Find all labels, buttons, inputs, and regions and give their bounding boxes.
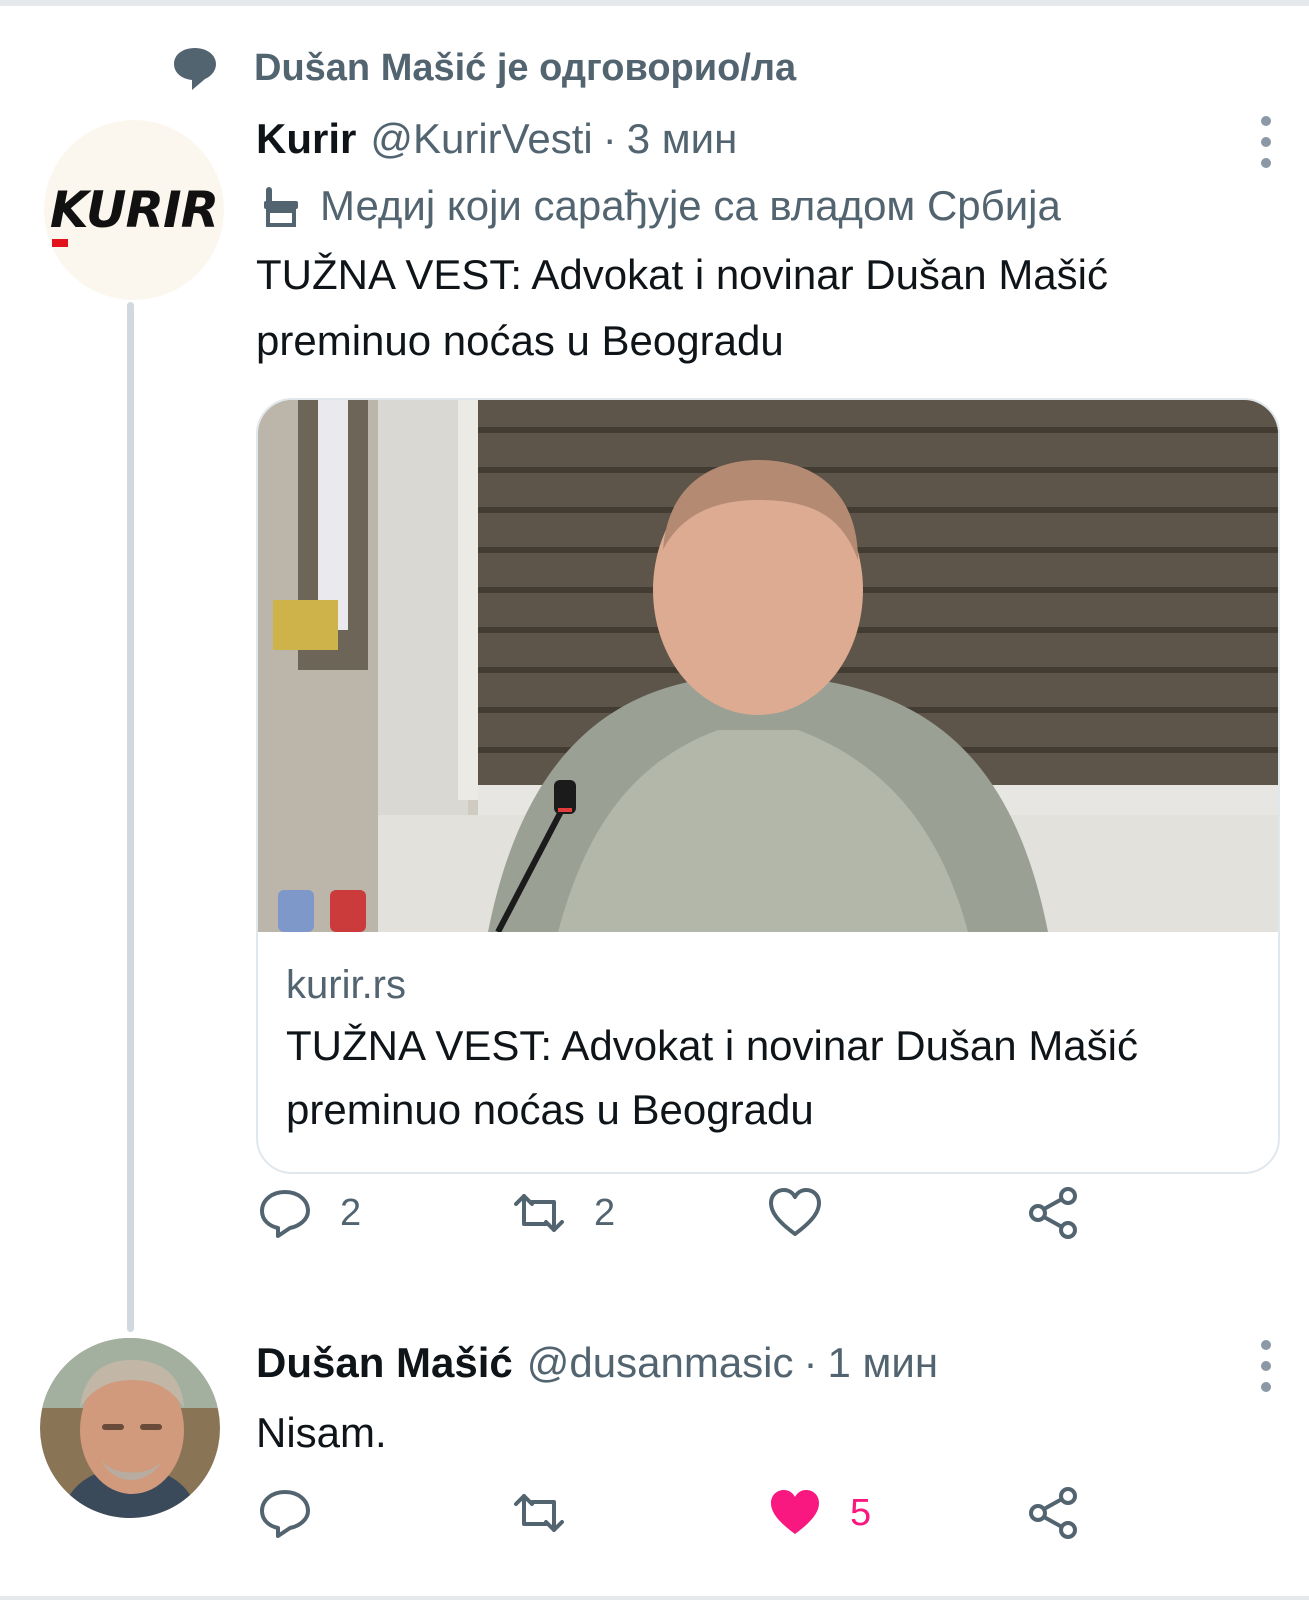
reply-context: Dušan Mašić je одговорио/ла: [170, 40, 796, 96]
heart-icon: [769, 1188, 821, 1236]
share-icon: [1029, 1487, 1077, 1539]
like-button[interactable]: 5: [766, 1478, 871, 1548]
reply-count: 2: [340, 1191, 362, 1234]
more-options-icon[interactable]: [1256, 1340, 1276, 1392]
retweet-icon: [514, 1494, 564, 1532]
retweet-count: 2: [594, 1191, 616, 1234]
like-count: 5: [850, 1491, 872, 1534]
link-card[interactable]: kurir.rs TUŽNA VEST: Advokat i novinar D…: [256, 398, 1280, 1174]
like-button[interactable]: [766, 1178, 824, 1248]
retweet-icon: [514, 1194, 564, 1232]
tweet-kurir[interactable]: Kurir @KurirVesti · 3 мин Медиј који сар…: [256, 104, 1276, 374]
tweet-header: Dušan Mašić @dusanmasic · 1 мин: [256, 1328, 1276, 1398]
separator-dot: ·: [602, 115, 617, 162]
share-icon: [1029, 1187, 1077, 1239]
context-text[interactable]: Dušan Mašić je одговорио/ла: [254, 47, 796, 90]
state-affiliated-label[interactable]: Медиј који сарађује са владом Србија: [256, 174, 1276, 238]
speech-bubble-icon: [174, 48, 216, 90]
tweet-text: Nisam.: [256, 1409, 387, 1456]
reply-icon: [260, 1490, 310, 1538]
card-image: [258, 400, 1278, 932]
label-text: Медиј који сарађује са владом Србија: [320, 182, 1061, 229]
tweet-dusan[interactable]: Dušan Mašić @dusanmasic · 1 мин Nisam.: [256, 1328, 1276, 1468]
retweet-button[interactable]: 2: [510, 1178, 615, 1248]
more-options-icon[interactable]: [1256, 116, 1276, 168]
avatar-photo: [40, 1338, 220, 1518]
thread-line: [127, 302, 134, 1332]
retweet-button[interactable]: [510, 1478, 568, 1548]
reply-button[interactable]: 2: [256, 1178, 361, 1248]
share-button[interactable]: [1024, 1178, 1082, 1248]
kurir-avatar[interactable]: KURIR: [44, 120, 224, 300]
bottom-divider: [0, 1596, 1309, 1600]
reply-button[interactable]: [256, 1478, 314, 1548]
reply-icon: [260, 1190, 310, 1238]
podium-icon: [264, 187, 298, 227]
heart-filled-icon: [771, 1490, 819, 1534]
share-button[interactable]: [1024, 1478, 1082, 1548]
user-handle[interactable]: @dusanmasic: [527, 1328, 794, 1398]
user-handle[interactable]: @KurirVesti: [370, 104, 592, 174]
logo-red-mark: [51, 239, 68, 247]
card-body: kurir.rs TUŽNA VEST: Advokat i novinar D…: [258, 932, 1278, 1166]
tweet2-action-bar: 5: [256, 1478, 1116, 1548]
card-domain: kurir.rs: [286, 963, 406, 1007]
separator-dot: ·: [803, 1339, 818, 1386]
top-divider: [0, 0, 1309, 6]
timestamp[interactable]: 1 мин: [828, 1328, 939, 1398]
dusan-avatar[interactable]: [40, 1338, 220, 1518]
card-title: TUŽNA VEST: Advokat i novinar Dušan Maši…: [286, 1022, 1138, 1133]
tweet-header: Kurir @KurirVesti · 3 мин: [256, 104, 1276, 174]
tweet-text: TUŽNA VEST: Advokat i novinar Dušan Maši…: [256, 251, 1108, 364]
tweet1-action-bar: 2 2: [256, 1178, 1116, 1248]
timestamp[interactable]: 3 мин: [627, 104, 738, 174]
display-name[interactable]: Kurir: [256, 104, 356, 174]
kurir-logo: KURIR: [50, 181, 219, 247]
display-name[interactable]: Dušan Mašić: [256, 1328, 513, 1398]
